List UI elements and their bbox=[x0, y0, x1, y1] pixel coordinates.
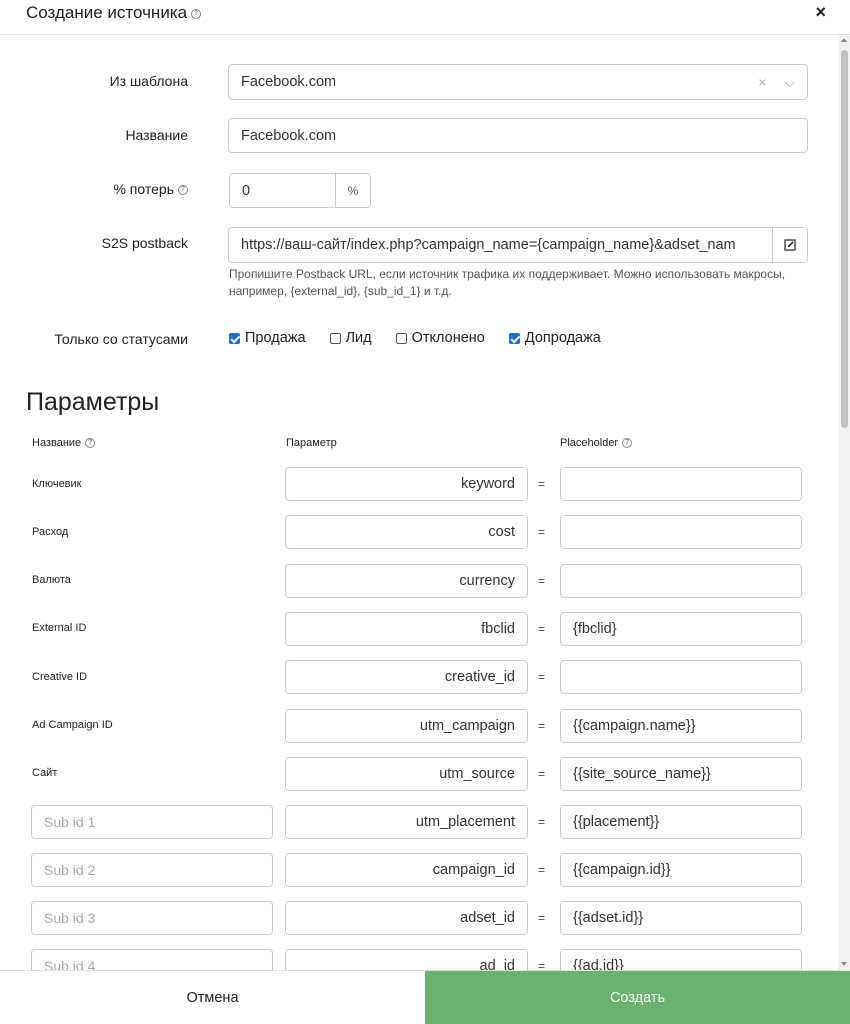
param-input[interactable]: keyword bbox=[285, 467, 528, 501]
edit-icon[interactable] bbox=[773, 227, 808, 263]
clear-icon[interactable]: × bbox=[758, 74, 766, 90]
placeholder-input[interactable]: {{adset.id}} bbox=[560, 901, 802, 935]
equals-sign: = bbox=[538, 911, 546, 925]
equals-sign: = bbox=[538, 863, 546, 877]
param-input[interactable]: ad_id bbox=[285, 949, 528, 970]
param-row-label: Расход bbox=[32, 526, 69, 538]
help-icon[interactable]: ? bbox=[622, 438, 633, 449]
modal-footer: Отмена Создать bbox=[0, 970, 850, 1024]
checkbox-empty-icon[interactable] bbox=[329, 332, 341, 344]
equals-sign: = bbox=[538, 815, 546, 829]
param-row-label: Creative ID bbox=[32, 671, 88, 683]
param-input[interactable]: currency bbox=[285, 564, 528, 598]
sub-id-input[interactable]: Sub id 3 bbox=[31, 901, 273, 935]
col-head-placeholder: Placeholder? bbox=[560, 437, 633, 449]
loss-input[interactable]: 0 bbox=[229, 173, 336, 208]
scroll-up-icon[interactable] bbox=[841, 38, 847, 42]
create-button[interactable]: Создать bbox=[425, 971, 850, 1024]
placeholder-input[interactable]: {fbclid} bbox=[560, 612, 802, 646]
placeholder-input[interactable]: {{site_source_name}} bbox=[560, 757, 802, 791]
checkbox-sale[interactable]: Продажа bbox=[229, 330, 306, 346]
sub-id-input[interactable]: Sub id 1 bbox=[31, 805, 273, 839]
percent-addon: % bbox=[336, 173, 371, 208]
placeholder-input[interactable]: {{ad.id}} bbox=[560, 949, 802, 970]
loss-label: % потерь? bbox=[113, 181, 188, 197]
param-row-label: Ключевик bbox=[32, 478, 82, 490]
modal-title: Создание источника? bbox=[26, 3, 202, 23]
modal-body: Из шаблона Facebook.com × ⌵ Название Face… bbox=[0, 36, 838, 970]
param-input[interactable]: adset_id bbox=[285, 901, 528, 935]
equals-sign: = bbox=[538, 959, 546, 970]
checkbox-empty-icon[interactable] bbox=[395, 332, 407, 344]
param-input[interactable]: fbclid bbox=[285, 612, 528, 646]
placeholder-input[interactable] bbox=[560, 660, 802, 694]
equals-sign: = bbox=[538, 477, 546, 491]
sub-id-input[interactable]: Sub id 2 bbox=[31, 853, 273, 887]
placeholder-input[interactable] bbox=[560, 467, 802, 501]
template-label: Из шаблона bbox=[109, 73, 188, 89]
postback-label: S2S postback bbox=[101, 235, 188, 251]
checkbox-lead[interactable]: Лид bbox=[329, 330, 372, 346]
equals-sign: = bbox=[538, 670, 546, 684]
placeholder-input[interactable]: {{campaign.id}} bbox=[560, 853, 802, 887]
param-input[interactable]: creative_id bbox=[285, 660, 528, 694]
template-select[interactable]: Facebook.com × ⌵ bbox=[228, 64, 808, 100]
placeholder-input[interactable] bbox=[560, 515, 802, 549]
scrollbar[interactable] bbox=[838, 36, 850, 970]
name-input[interactable]: Facebook.com bbox=[228, 118, 808, 153]
equals-sign: = bbox=[538, 525, 546, 539]
param-input[interactable]: cost bbox=[285, 515, 528, 549]
scroll-down-icon[interactable] bbox=[841, 962, 847, 966]
param-input[interactable]: campaign_id bbox=[285, 853, 528, 887]
modal-header: Создание источника? × bbox=[0, 0, 850, 35]
postback-hint: Пропишите Postback URL, если источник тр… bbox=[229, 267, 786, 298]
equals-sign: = bbox=[538, 574, 546, 588]
postback-input[interactable]: https://ваш-сайт/index.php?campaign_name… bbox=[228, 227, 773, 263]
sub-id-input[interactable]: Sub id 4 bbox=[31, 949, 273, 970]
col-head-name: Название? bbox=[32, 437, 96, 449]
checkbox-upsell[interactable]: Допродажа bbox=[508, 330, 601, 346]
name-label: Название bbox=[125, 127, 188, 143]
param-input[interactable]: utm_campaign bbox=[285, 709, 528, 743]
chevron-down-icon[interactable]: ⌵ bbox=[784, 74, 795, 91]
equals-sign: = bbox=[538, 719, 546, 733]
close-icon[interactable]: × bbox=[815, 2, 826, 23]
param-row-label: Ad Campaign ID bbox=[32, 719, 113, 731]
help-icon[interactable]: ? bbox=[85, 438, 96, 449]
equals-sign: = bbox=[538, 767, 546, 781]
help-icon[interactable]: ? bbox=[191, 8, 202, 19]
checkbox-checked-icon[interactable] bbox=[508, 332, 520, 344]
scrollbar-thumb[interactable] bbox=[841, 50, 848, 428]
placeholder-input[interactable] bbox=[560, 564, 802, 598]
param-row-label: Валюта bbox=[32, 574, 71, 586]
placeholder-input[interactable]: {{placement}} bbox=[560, 805, 802, 839]
equals-sign: = bbox=[538, 622, 546, 636]
col-head-param: Параметр bbox=[286, 437, 337, 449]
param-input[interactable]: utm_source bbox=[285, 757, 528, 791]
param-row-label: External ID bbox=[32, 622, 87, 634]
statuses-label: Только со статусами bbox=[54, 331, 188, 347]
checkbox-rejected[interactable]: Отклонено bbox=[395, 330, 485, 346]
help-icon[interactable]: ? bbox=[178, 185, 188, 196]
cancel-button[interactable]: Отмена bbox=[0, 971, 425, 1024]
checkbox-checked-icon[interactable] bbox=[229, 332, 240, 344]
param-row-label: Сайт bbox=[32, 767, 58, 779]
status-checkboxes: Продажа Лид Отклонено Допродажа bbox=[229, 330, 625, 346]
placeholder-input[interactable]: {{campaign.name}} bbox=[560, 709, 802, 743]
param-input[interactable]: utm_placement bbox=[285, 805, 528, 839]
params-section-title: Параметры bbox=[26, 388, 160, 416]
